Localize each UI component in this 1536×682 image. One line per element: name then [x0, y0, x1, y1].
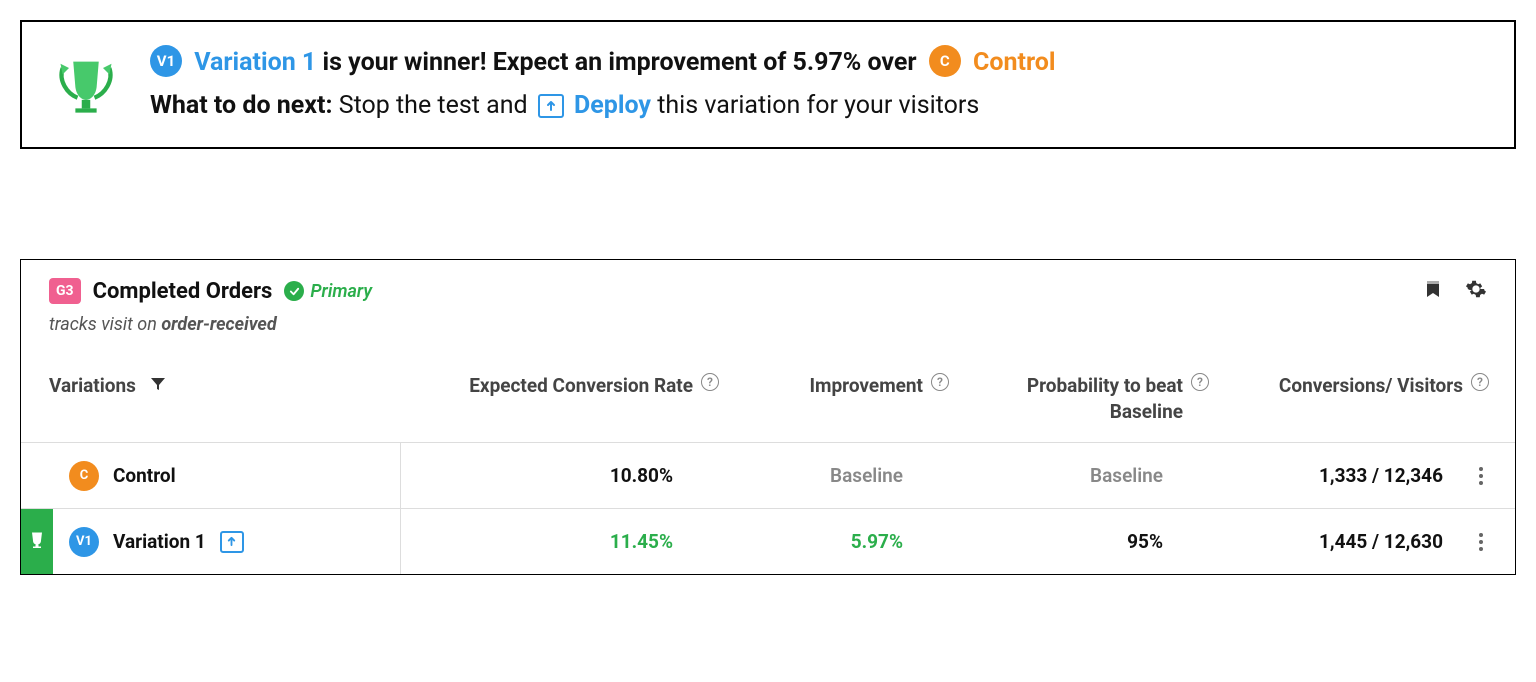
gear-icon[interactable]: [1465, 278, 1487, 304]
filter-icon[interactable]: [150, 373, 166, 399]
row-name: Control: [113, 464, 176, 487]
cell-conversions: 1,445 / 12,630: [1181, 530, 1461, 553]
next-text-2: this variation for your visitors: [651, 91, 979, 120]
cell-expected: 10.80%: [401, 464, 691, 487]
control-badge: C: [929, 45, 961, 77]
table-row: V1 Variation 1 11.45% 5.97% 95% 1,445 / …: [21, 508, 1515, 574]
check-icon: [284, 281, 304, 301]
help-icon[interactable]: ?: [701, 373, 719, 391]
variation-link[interactable]: Variation 1: [194, 48, 316, 77]
goal-badge: G3: [49, 278, 81, 304]
primary-label: Primary: [310, 281, 372, 302]
help-icon[interactable]: ?: [931, 373, 949, 391]
banner-text: V1 Variation 1 is your winner! Expect an…: [150, 42, 1055, 127]
variation-badge: V1: [150, 45, 182, 77]
control-link[interactable]: Control: [973, 48, 1055, 77]
cell-conversions: 1,333 / 12,346: [1181, 464, 1461, 487]
cell-expected: 11.45%: [401, 530, 691, 553]
deploy-icon: [538, 94, 564, 118]
next-text-1: Stop the test and: [333, 91, 534, 120]
tracks-target: order-received: [161, 314, 276, 335]
cell-variation: V1 Variation 1: [21, 509, 401, 574]
row-menu-button[interactable]: [1461, 467, 1501, 485]
goal-title: Completed Orders: [93, 279, 273, 304]
col-improvement-label: Improvement: [809, 373, 923, 399]
cell-improvement: 5.97%: [691, 530, 921, 553]
deploy-link[interactable]: Deploy: [574, 91, 651, 120]
col-probability: Probability to beat Baseline ?: [949, 373, 1209, 424]
winner-text-2: over: [861, 48, 923, 77]
goal-subtext: tracks visit on order-received: [21, 308, 1515, 353]
next-label: What to do next:: [150, 91, 333, 120]
col-conversions-label: Conversions/ Visitors: [1279, 373, 1463, 399]
winner-line: V1 Variation 1 is your winner! Expect an…: [150, 42, 1055, 85]
col-improvement: Improvement ?: [719, 373, 949, 399]
col-probability-label: Probability to beat Baseline: [949, 373, 1183, 424]
bookmark-icon[interactable]: [1423, 279, 1443, 303]
deploy-icon[interactable]: [220, 531, 244, 553]
row-menu-button[interactable]: [1461, 533, 1501, 551]
row-name: Variation 1: [113, 530, 206, 553]
winner-banner: V1 Variation 1 is your winner! Expect an…: [20, 20, 1516, 149]
cell-probability: 95%: [921, 530, 1181, 553]
col-expected-label: Expected Conversion Rate: [469, 373, 693, 399]
table-header-row: Variations Expected Conversion Rate ? Im…: [21, 353, 1515, 442]
col-variations[interactable]: Variations: [49, 373, 429, 399]
cell-improvement: Baseline: [691, 464, 921, 487]
winner-text-1: is your winner! Expect an improvement of: [323, 48, 793, 77]
tracks-prefix: tracks visit on: [49, 314, 161, 335]
help-icon[interactable]: ?: [1471, 373, 1489, 391]
winner-improvement: 5.97%: [793, 48, 862, 77]
help-icon[interactable]: ?: [1191, 373, 1209, 391]
row-badge: C: [69, 461, 99, 491]
goal-card: G3 Completed Orders Primary tracks visit…: [20, 259, 1516, 575]
card-header: G3 Completed Orders Primary: [21, 260, 1515, 308]
trophy-icon: [52, 51, 120, 119]
cell-variation: C Control: [21, 443, 401, 508]
primary-chip: Primary: [284, 281, 372, 302]
table-row: C Control 10.80% Baseline Baseline 1,333…: [21, 442, 1515, 508]
cell-probability: Baseline: [921, 464, 1181, 487]
col-variations-label: Variations: [49, 373, 136, 399]
col-conversions: Conversions/ Visitors ?: [1209, 373, 1489, 399]
next-steps-line: What to do next: Stop the test and Deplo…: [150, 85, 1055, 128]
row-badge: V1: [69, 527, 99, 557]
col-expected: Expected Conversion Rate ?: [429, 373, 719, 399]
trophy-icon: [27, 529, 47, 554]
